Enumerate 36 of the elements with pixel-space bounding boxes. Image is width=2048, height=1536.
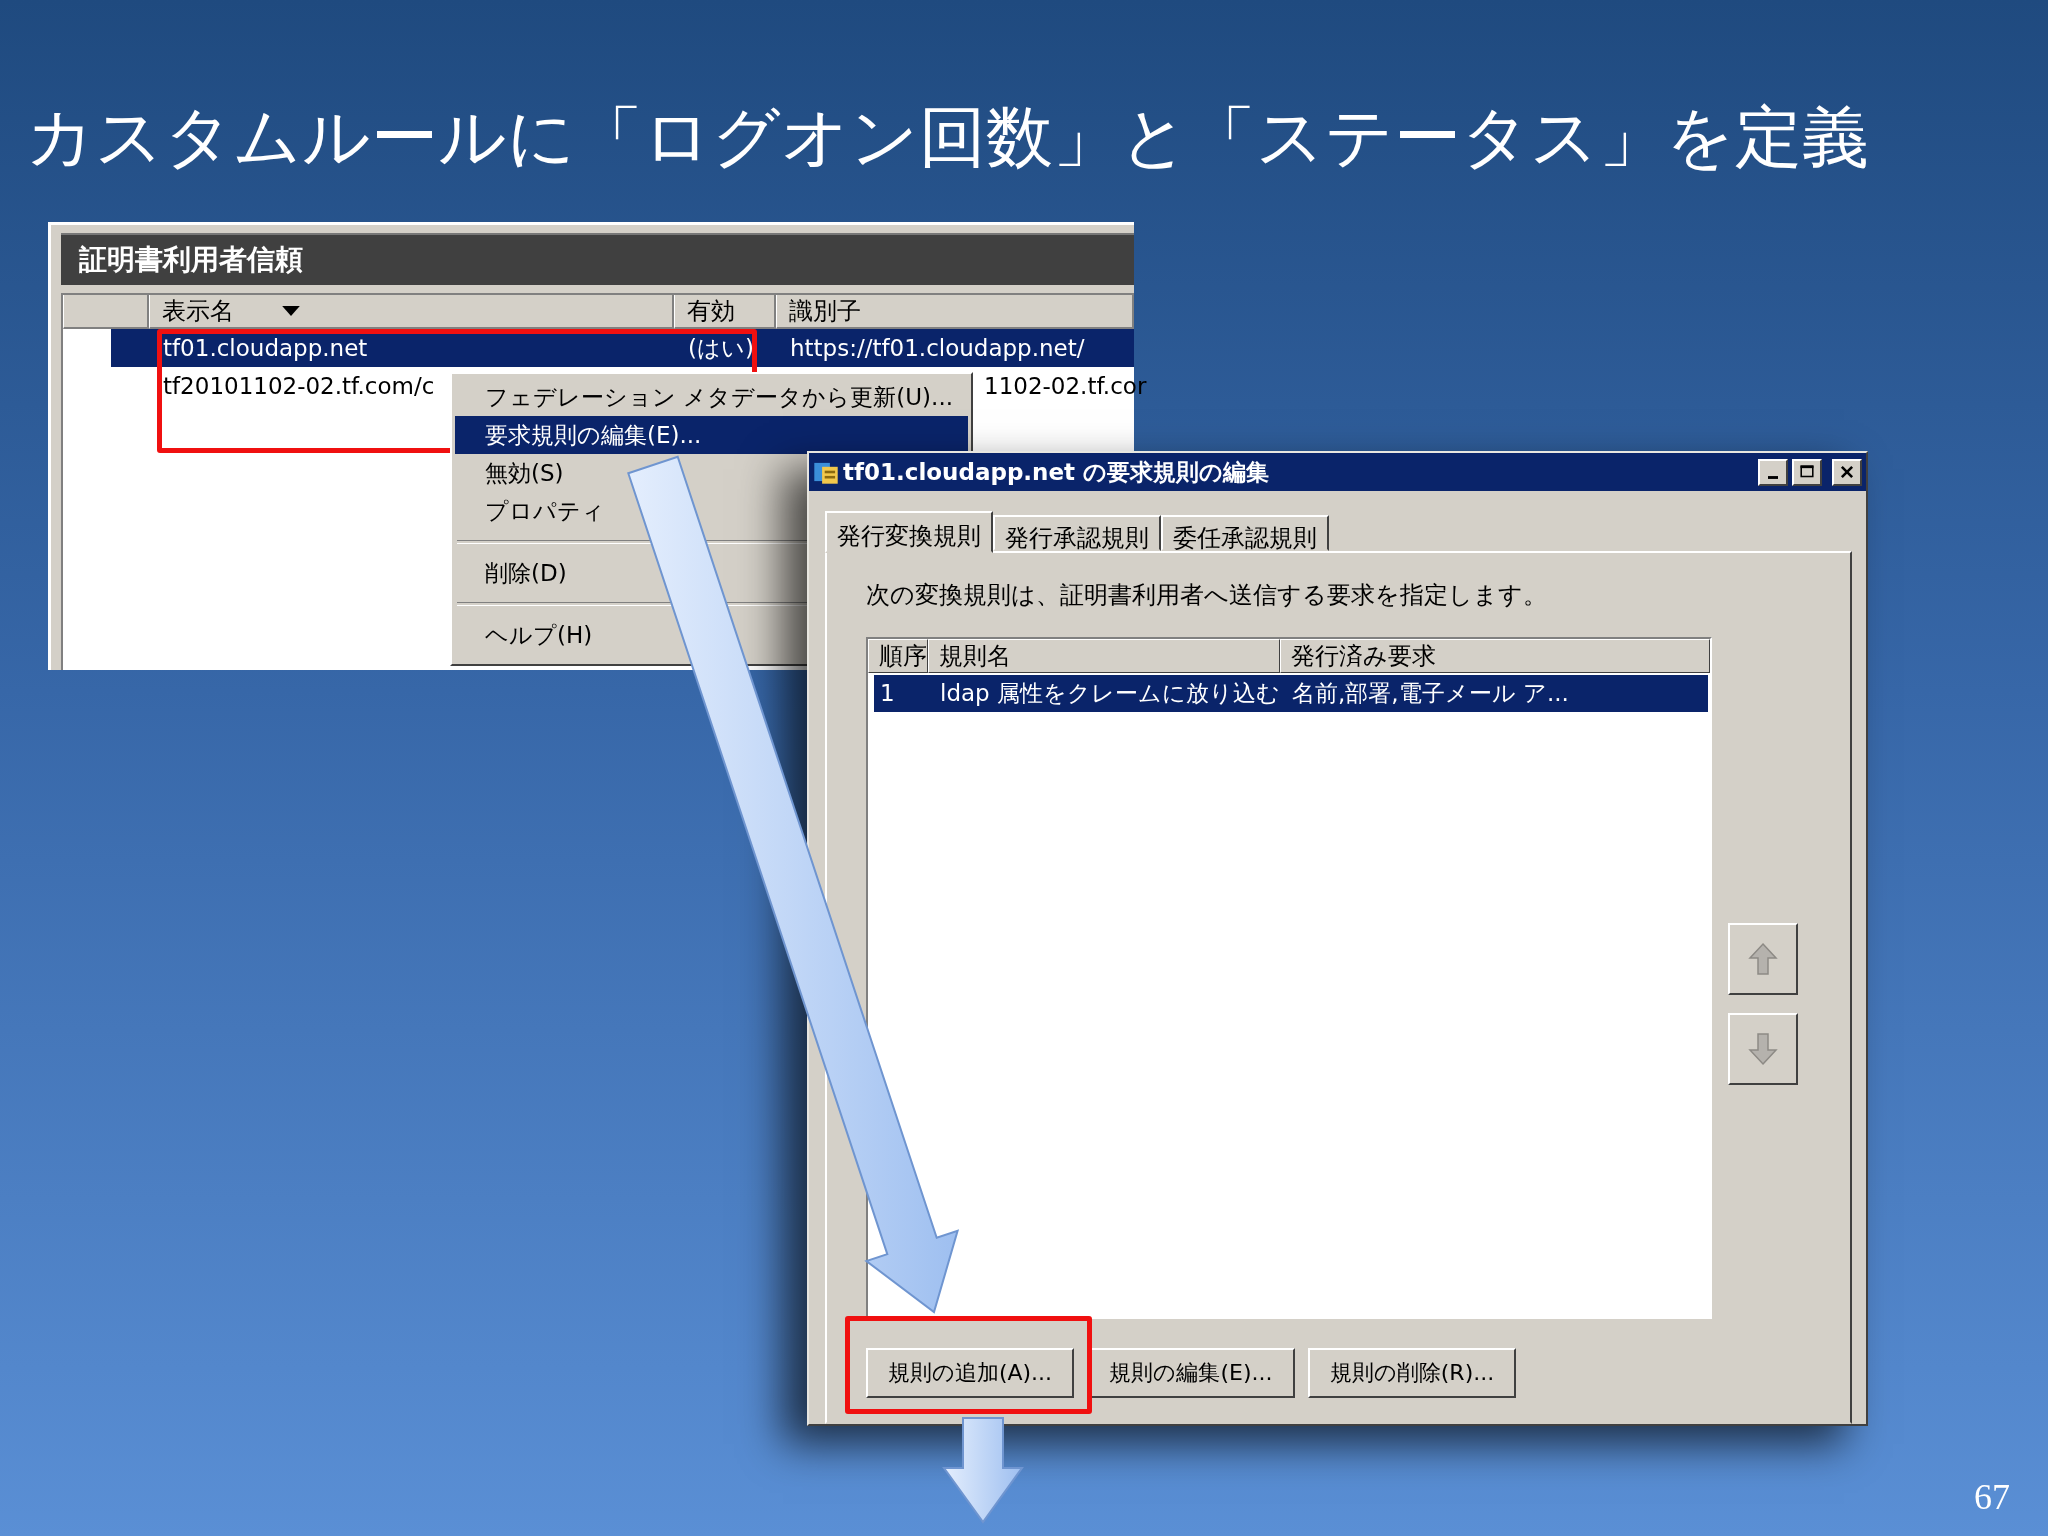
tab[interactable]: 委任承認規則 [1161, 515, 1329, 551]
page-number: 67 [1974, 1476, 2010, 1518]
close-button[interactable] [1832, 458, 1862, 486]
window-title: 証明書利用者信頼 [61, 233, 1134, 285]
action-button[interactable]: 規則の削除(R)... [1308, 1348, 1516, 1398]
table-cell-text: 名前,部署,電子メール ア... [1291, 679, 1570, 708]
move-down-button[interactable] [1728, 1013, 1798, 1085]
arrow-up-icon [1748, 942, 1778, 976]
description-text: 次の変換規則は、証明書利用者へ送信する要求を指定します。 [866, 580, 1548, 611]
maximize-button[interactable] [1792, 458, 1822, 486]
table-cell: (はい) [688, 335, 754, 361]
tab[interactable]: 発行変換規則 [825, 511, 993, 553]
action-button[interactable]: 規則の追加(A)... [866, 1348, 1074, 1398]
arrow-down-icon [1748, 1032, 1778, 1066]
sort-arrow-icon [282, 305, 300, 317]
column-header[interactable]: 有効 [674, 295, 776, 329]
tab[interactable]: 発行承認規則 [993, 515, 1161, 551]
column-header[interactable] [63, 295, 149, 329]
column-header[interactable]: 順序 [868, 639, 928, 673]
column-header[interactable]: 表示名 [149, 295, 674, 329]
menu-item[interactable]: 要求規則の編集(E)... [455, 416, 968, 454]
minimize-icon [1768, 475, 1778, 479]
column-header[interactable]: 発行済み要求 [1280, 639, 1710, 673]
menu-item[interactable]: フェデレーション メタデータから更新(U)... [455, 378, 968, 416]
list-row[interactable]: 1 ldap 属性をクレームに放り込む 名前,部署,電子メール ア... [874, 675, 1708, 712]
table-cell: tf01.cloudapp.net [163, 335, 368, 361]
close-icon [1838, 463, 1856, 481]
column-header[interactable]: 規則名 [928, 639, 1280, 673]
window-title: tf01.cloudapp.net の要求規則の編集 [843, 457, 1271, 487]
move-up-button[interactable] [1728, 923, 1798, 995]
slide-title: カスタムルールに「ログオン回数」と「ステータス」を定義 [26, 97, 1869, 178]
minimize-button[interactable] [1758, 458, 1788, 486]
table-cell-text: ldap 属性をクレームに放り込む [939, 679, 1281, 708]
column-header[interactable]: 識別子 [776, 295, 1134, 329]
table-cell: https://tf01.cloudapp.net/ [790, 335, 1085, 361]
table-cell-text: 1 [879, 679, 896, 708]
